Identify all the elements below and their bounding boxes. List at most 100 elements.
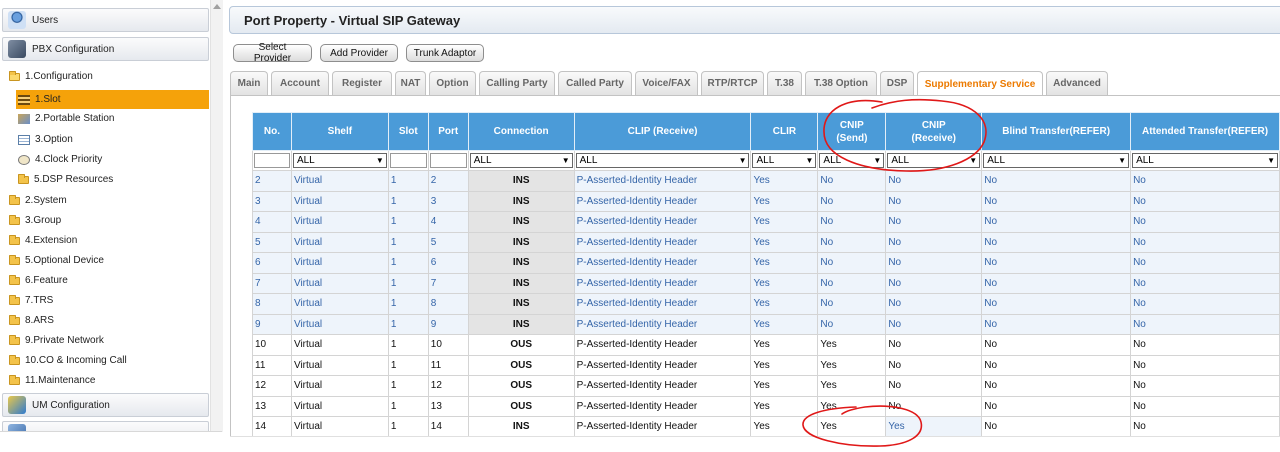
users-section[interactable]: Users [2,8,209,32]
cell-cnip-send[interactable]: Yes [817,354,887,376]
cell-no[interactable]: 4 [252,211,292,233]
cell-slot[interactable]: 1 [387,375,429,397]
cell-port[interactable]: 6 [427,252,469,274]
cell-no[interactable]: 7 [252,272,292,294]
tab-advanced[interactable]: Advanced [1046,71,1108,95]
cell-clir[interactable]: Yes [750,211,819,233]
cell-cnip-recv[interactable]: No [885,190,983,212]
cell-conn[interactable]: INS [467,416,575,438]
cell-shelf[interactable]: Virtual [290,395,389,417]
cell-clir[interactable]: Yes [750,416,819,438]
cell-clir[interactable]: Yes [750,313,819,335]
table-row[interactable]: 8 Virtual 1 8 INS P-Asserted-Identity Header Y… [252,293,1280,315]
cell-cnip-recv[interactable]: No [885,354,983,376]
cell-attended[interactable]: No [1130,416,1280,438]
cell-slot[interactable]: 1 [387,170,429,192]
cell-no[interactable]: 5 [252,231,292,253]
col-blind-transfer[interactable]: Blind Transfer(REFER) [981,112,1132,151]
cell-clir[interactable]: Yes [750,293,819,315]
cell-blind[interactable]: No [981,190,1132,212]
cell-slot[interactable]: 1 [387,252,429,274]
tree-item-option[interactable]: 3.Option [18,130,73,149]
cell-port[interactable]: 5 [427,231,469,253]
cell-clir[interactable]: Yes [750,231,819,253]
cell-conn[interactable]: INS [467,293,575,315]
tree-item-optional-device[interactable]: 5.Optional Device [9,251,104,270]
cell-slot[interactable]: 1 [387,354,429,376]
pbx-configuration-section[interactable]: PBX Configuration [2,37,209,61]
um-configuration-section[interactable]: UM Configuration [2,393,209,417]
cell-cnip-send[interactable]: No [817,211,887,233]
cell-port[interactable]: 13 [427,395,469,417]
cell-cnip-send[interactable]: No [817,293,887,315]
tree-item-clock-priority[interactable]: 4.Clock Priority [18,150,102,169]
cell-port[interactable]: 8 [427,293,469,315]
filter-port-input[interactable] [429,153,467,168]
cell-cnip-send[interactable]: No [817,252,887,274]
tree-item-private-network[interactable]: 9.Private Network [9,331,104,350]
col-shelf[interactable]: Shelf [290,112,389,151]
cell-cnip-recv[interactable]: No [885,211,983,233]
cell-clir[interactable]: Yes [750,170,819,192]
filter-connection-select[interactable]: ALL ▼ [469,153,573,168]
cell-conn[interactable]: INS [467,272,575,294]
table-row[interactable]: 6 Virtual 1 6 INS P-Asserted-Identity Header Y… [252,252,1280,274]
filter-attended-transfer-select[interactable]: ALL ▼ [1132,153,1278,168]
tab-t38[interactable]: T.38 [767,71,802,95]
tab-supplementary-service[interactable]: Supplementary Service [917,71,1043,96]
table-row[interactable]: 4 Virtual 1 4 INS P-Asserted-Identity Header Y… [252,211,1280,233]
cell-cnip-send[interactable]: No [817,190,887,212]
cell-attended[interactable]: No [1130,170,1280,192]
cell-slot[interactable]: 1 [387,272,429,294]
cell-shelf[interactable]: Virtual [290,252,389,274]
cell-clip[interactable]: P-Asserted-Identity Header [573,416,752,438]
filter-clip-select[interactable]: ALL ▼ [575,153,750,168]
filter-blind-transfer-select[interactable]: ALL ▼ [983,153,1130,168]
filter-clir-select[interactable]: ALL ▼ [752,153,817,168]
cell-slot[interactable]: 1 [387,293,429,315]
cell-clip[interactable]: P-Asserted-Identity Header [573,313,752,335]
cell-clip[interactable]: P-Asserted-Identity Header [573,231,752,253]
cell-no[interactable]: 12 [252,375,292,397]
cell-slot[interactable]: 1 [387,334,429,356]
cell-cnip-recv[interactable]: No [885,170,983,192]
cell-blind[interactable]: No [981,354,1132,376]
tree-item-slot[interactable]: 1.Slot [16,90,209,109]
horizontal-scrollbar[interactable] [230,436,1280,452]
cell-shelf[interactable]: Virtual [290,313,389,335]
cell-slot[interactable]: 1 [387,395,429,417]
tree-item-configuration[interactable]: 1.Configuration [9,67,93,86]
cell-blind[interactable]: No [981,272,1132,294]
tree-item-co-incoming-call[interactable]: 10.CO & Incoming Call [9,351,127,370]
cell-blind[interactable]: No [981,395,1132,417]
cell-port[interactable]: 10 [427,334,469,356]
cell-port[interactable]: 4 [427,211,469,233]
tab-register[interactable]: Register [332,71,392,95]
cell-clip[interactable]: P-Asserted-Identity Header [573,395,752,417]
tab-voice-fax[interactable]: Voice/FAX [635,71,698,95]
tab-rtp-rtcp[interactable]: RTP/RTCP [701,71,764,95]
cell-cnip-recv[interactable]: No [885,334,983,356]
cell-no[interactable]: 10 [252,334,292,356]
cell-cnip-recv[interactable]: No [885,272,983,294]
cell-cnip-send[interactable]: No [817,231,887,253]
cell-port[interactable]: 12 [427,375,469,397]
col-port[interactable]: Port [427,112,469,151]
cell-blind[interactable]: No [981,170,1132,192]
cell-blind[interactable]: No [981,293,1132,315]
tab-account[interactable]: Account [271,71,329,95]
filter-no-input[interactable] [254,153,290,168]
cell-conn[interactable]: INS [467,211,575,233]
cell-cnip-send[interactable]: Yes [817,395,887,417]
tree-item-extension[interactable]: 4.Extension [9,231,77,250]
cell-cnip-send[interactable]: Yes [817,416,887,438]
cell-cnip-recv[interactable]: No [885,395,983,417]
cell-conn[interactable]: INS [467,252,575,274]
cell-shelf[interactable]: Virtual [290,416,389,438]
tree-item-maintenance[interactable]: 11.Maintenance [9,371,95,390]
cell-attended[interactable]: No [1130,190,1280,212]
cell-cnip-recv[interactable]: No [885,293,983,315]
cell-conn[interactable]: INS [467,231,575,253]
col-clir[interactable]: CLIR [750,112,819,151]
cell-clip[interactable]: P-Asserted-Identity Header [573,354,752,376]
